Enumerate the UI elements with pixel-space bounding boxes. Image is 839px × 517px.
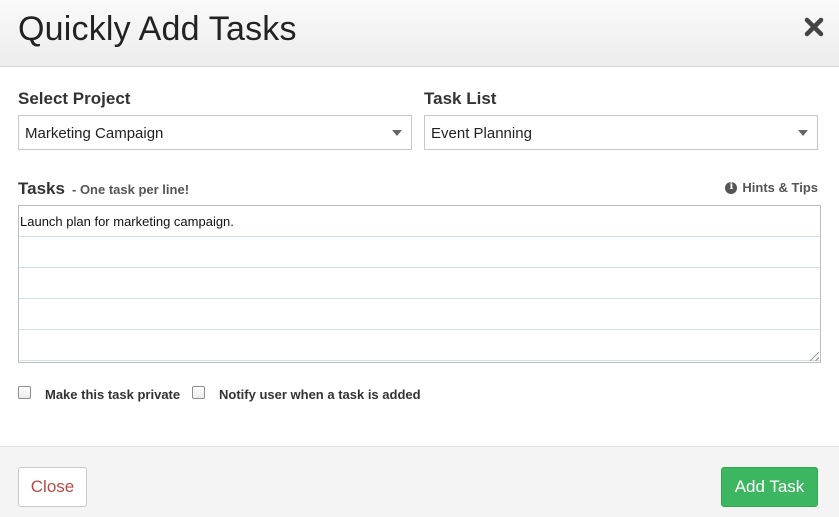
notify-checkbox[interactable]	[192, 386, 205, 399]
task-list-select-value: Event Planning	[431, 125, 532, 142]
task-line: Launch plan for marketing campaign.	[19, 206, 820, 237]
dialog-footer: Close Add Task	[0, 446, 839, 517]
close-icon[interactable]	[803, 16, 825, 38]
task-list-select[interactable]: Event Planning	[424, 115, 818, 150]
task-line	[19, 237, 820, 268]
info-icon	[725, 181, 738, 194]
private-checkbox-label: Make this task private	[45, 387, 181, 402]
close-button[interactable]: Close	[18, 467, 87, 507]
tasks-textarea[interactable]: Launch plan for marketing campaign.	[18, 205, 821, 363]
tasks-label: Tasks	[18, 179, 65, 198]
project-select-value: Marketing Campaign	[25, 125, 164, 142]
hints-tips-label: Hints & Tips	[742, 180, 818, 195]
tasks-hint: - One task per line!	[72, 182, 190, 197]
quick-add-tasks-dialog: Quickly Add Tasks Select Project Marketi…	[0, 0, 839, 517]
task-line	[19, 299, 820, 330]
notify-checkbox-label: Notify user when a task is added	[219, 387, 421, 402]
dialog-title: Quickly Add Tasks	[18, 10, 297, 48]
task-list-label: Task List	[424, 89, 497, 108]
private-checkbox[interactable]	[18, 386, 31, 399]
chevron-down-icon	[392, 130, 402, 136]
add-task-button[interactable]: Add Task	[721, 467, 818, 507]
select-project-label: Select Project	[18, 89, 131, 108]
task-line	[19, 268, 820, 299]
task-line	[19, 330, 820, 361]
hints-tips-link[interactable]: Hints & Tips	[725, 180, 818, 195]
resize-handle[interactable]	[810, 352, 819, 361]
project-select[interactable]: Marketing Campaign	[18, 115, 412, 150]
chevron-down-icon	[798, 130, 808, 136]
dialog-header: Quickly Add Tasks	[0, 0, 839, 67]
